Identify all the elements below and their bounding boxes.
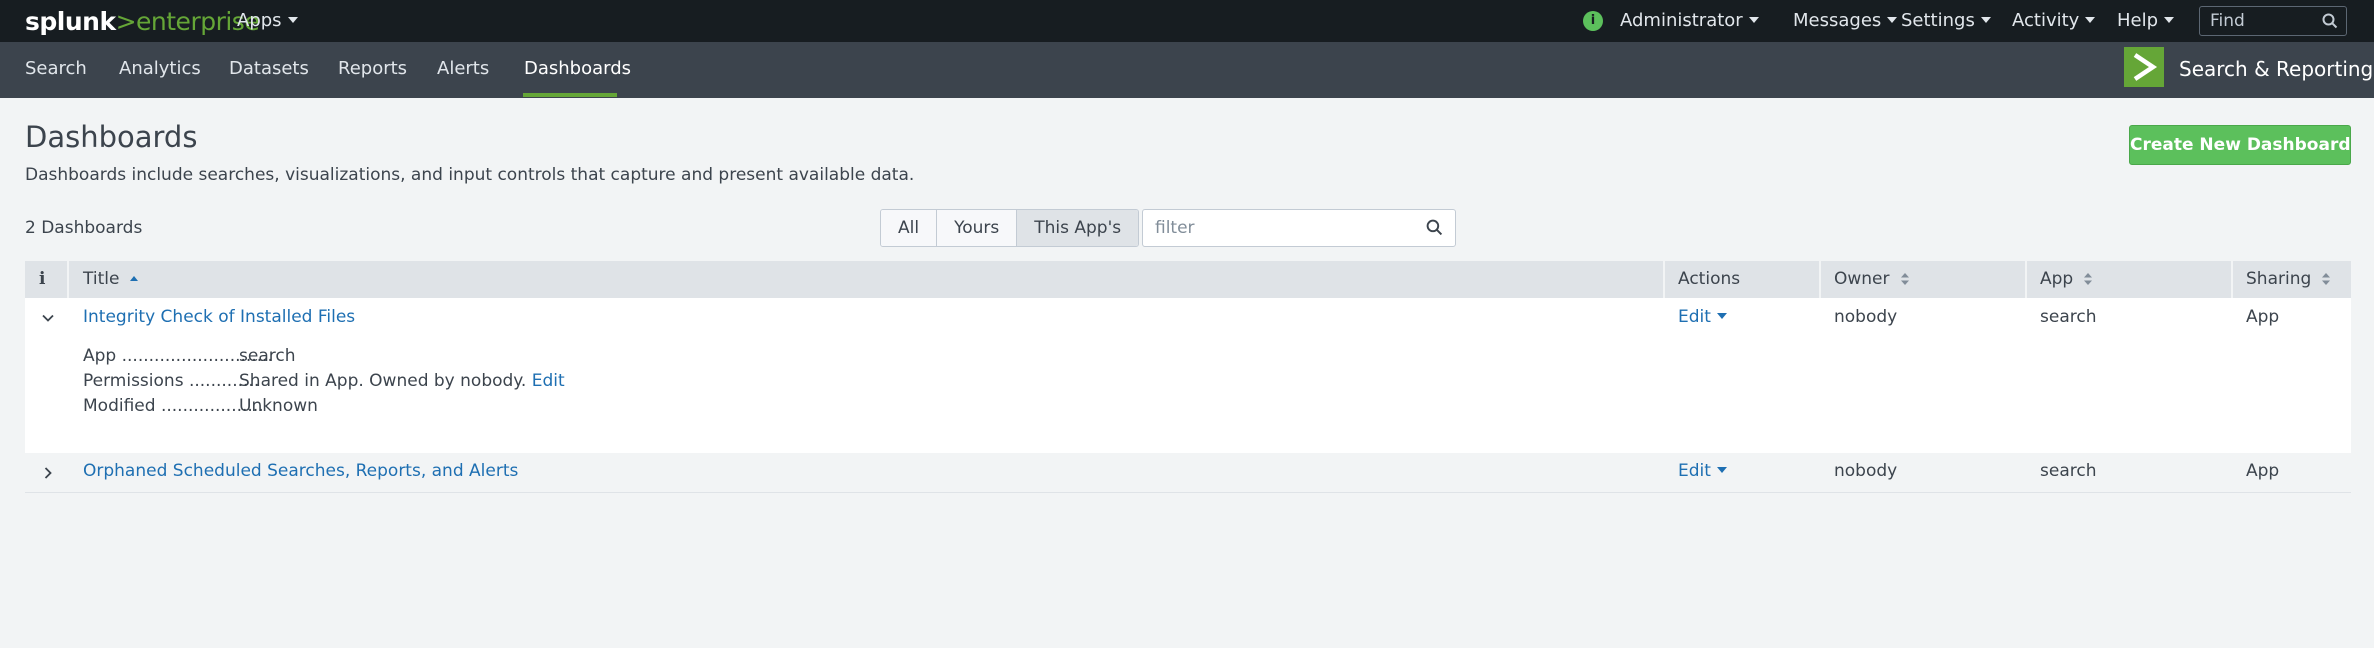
app-cell: search [2040,307,2097,327]
user-menu[interactable]: Administrator [1620,10,1759,31]
column-header-actions: Actions [1678,269,1741,289]
chevron-down-icon [287,17,298,23]
sort-icon [1900,273,1909,285]
detail-modified-value: Unknown [239,396,318,416]
settings-menu[interactable]: Settings [1901,10,1991,31]
column-header-app-label: App [2040,269,2074,289]
chevron-down-icon [2085,17,2096,23]
sharing-cell: App [2246,307,2280,327]
chevron-down-icon [2164,17,2175,23]
nav-analytics[interactable]: Analytics [119,58,201,79]
activity-menu-label: Activity [2012,10,2080,31]
search-icon[interactable] [1426,219,1443,236]
detail-modified-label: Modified ................... [83,396,264,416]
detail-permissions-label: Permissions ............. [83,371,259,391]
info-icon[interactable]: i [1583,11,1603,31]
detail-permissions-label-text: Permissions [83,371,184,391]
sort-icon [2084,273,2093,285]
detail-permissions-value: Shared in App. Owned by nobody. Edit [239,371,565,391]
logo-word: splunk [25,7,116,36]
filter-all[interactable]: All [881,210,938,246]
column-divider [1663,261,1665,298]
sharing-cell: App [2246,461,2280,481]
chevron-down-icon [1716,313,1727,319]
filter-this-apps[interactable]: This App's [1017,210,1139,246]
edit-menu[interactable]: Edit [1678,461,1727,481]
sort-icon [2322,273,2331,285]
filter-box[interactable] [1142,209,1456,247]
global-header: splunk>enterprise Apps i Administrator M… [0,0,2374,42]
edit-menu[interactable]: Edit [1678,307,1727,327]
chevron-down-icon [1887,17,1898,23]
sort-ascending-icon [130,276,139,281]
messages-menu-label: Messages [1793,10,1882,31]
nav-datasets[interactable]: Datasets [229,58,309,79]
chevron-down-icon [1716,467,1727,473]
table-header: i Title Actions Owner App Sharing [25,261,2351,298]
help-menu-label: Help [2117,10,2159,31]
column-header-owner[interactable]: Owner [1834,261,1910,298]
activity-menu[interactable]: Activity [2012,10,2096,31]
column-header-title-label: Title [83,269,120,289]
chevron-down-icon [1748,17,1759,23]
app-title: Search & Reporting [2179,57,2374,81]
page-title: Dashboards [25,120,198,154]
dashboard-title-link[interactable]: Orphaned Scheduled Searches, Reports, an… [83,461,518,481]
owner-cell: nobody [1834,461,1898,481]
detail-app-label-text: App [83,346,117,366]
logo-chevron: > [115,7,137,36]
chevron-down-icon[interactable] [41,311,55,325]
messages-menu[interactable]: Messages [1793,10,1898,31]
apps-menu[interactable]: Apps [237,10,298,31]
find-input[interactable] [2200,7,2320,35]
create-new-dashboard-button[interactable]: Create New Dashboard [2129,125,2351,165]
help-menu[interactable]: Help [2117,10,2175,31]
active-tab-indicator [523,93,617,97]
column-header-owner-label: Owner [1834,269,1890,289]
app-logo [2124,47,2164,87]
edit-menu-label: Edit [1678,307,1711,327]
table-row: Orphaned Scheduled Searches, Reports, an… [25,453,2351,493]
chevron-down-icon [1980,17,1991,23]
user-menu-label: Administrator [1620,10,1743,31]
owner-cell: nobody [1834,307,1898,327]
chevron-right-icon [2133,53,2158,81]
search-icon[interactable] [2322,13,2338,29]
column-header-sharing-label: Sharing [2246,269,2312,289]
nav-reports[interactable]: Reports [338,58,407,79]
table-row: Integrity Check of Installed Files Edit … [25,298,2351,453]
filter-input[interactable] [1143,210,1413,246]
apps-menu-label: Apps [237,10,282,31]
nav-dashboards[interactable]: Dashboards [524,58,631,79]
page-description: Dashboards include searches, visualizati… [25,165,915,185]
info-column-header: i [39,269,46,289]
column-divider [2231,261,2233,298]
detail-app-value: search [239,346,296,366]
column-divider [1819,261,1821,298]
app-cell: search [2040,461,2097,481]
edit-permissions-link[interactable]: Edit [532,371,565,391]
find-box[interactable] [2199,6,2347,36]
dashboard-count: 2 Dashboards [25,218,143,238]
chevron-right-icon[interactable] [41,466,55,480]
column-divider [2025,261,2027,298]
nav-alerts[interactable]: Alerts [437,58,489,79]
ownership-filter: All Yours This App's [880,209,1140,247]
filter-yours[interactable]: Yours [937,210,1018,246]
permissions-text: Shared in App. Owned by nobody. [239,371,527,391]
column-header-title[interactable]: Title [83,261,139,298]
dashboard-title-link[interactable]: Integrity Check of Installed Files [83,307,355,327]
edit-menu-label: Edit [1678,461,1711,481]
column-header-app[interactable]: App [2040,261,2093,298]
column-divider [67,261,69,298]
column-header-sharing[interactable]: Sharing [2246,261,2331,298]
splunk-logo[interactable]: splunk>enterprise [25,7,260,36]
settings-menu-label: Settings [1901,10,1975,31]
detail-modified-label-text: Modified [83,396,156,416]
nav-search[interactable]: Search [25,58,87,79]
